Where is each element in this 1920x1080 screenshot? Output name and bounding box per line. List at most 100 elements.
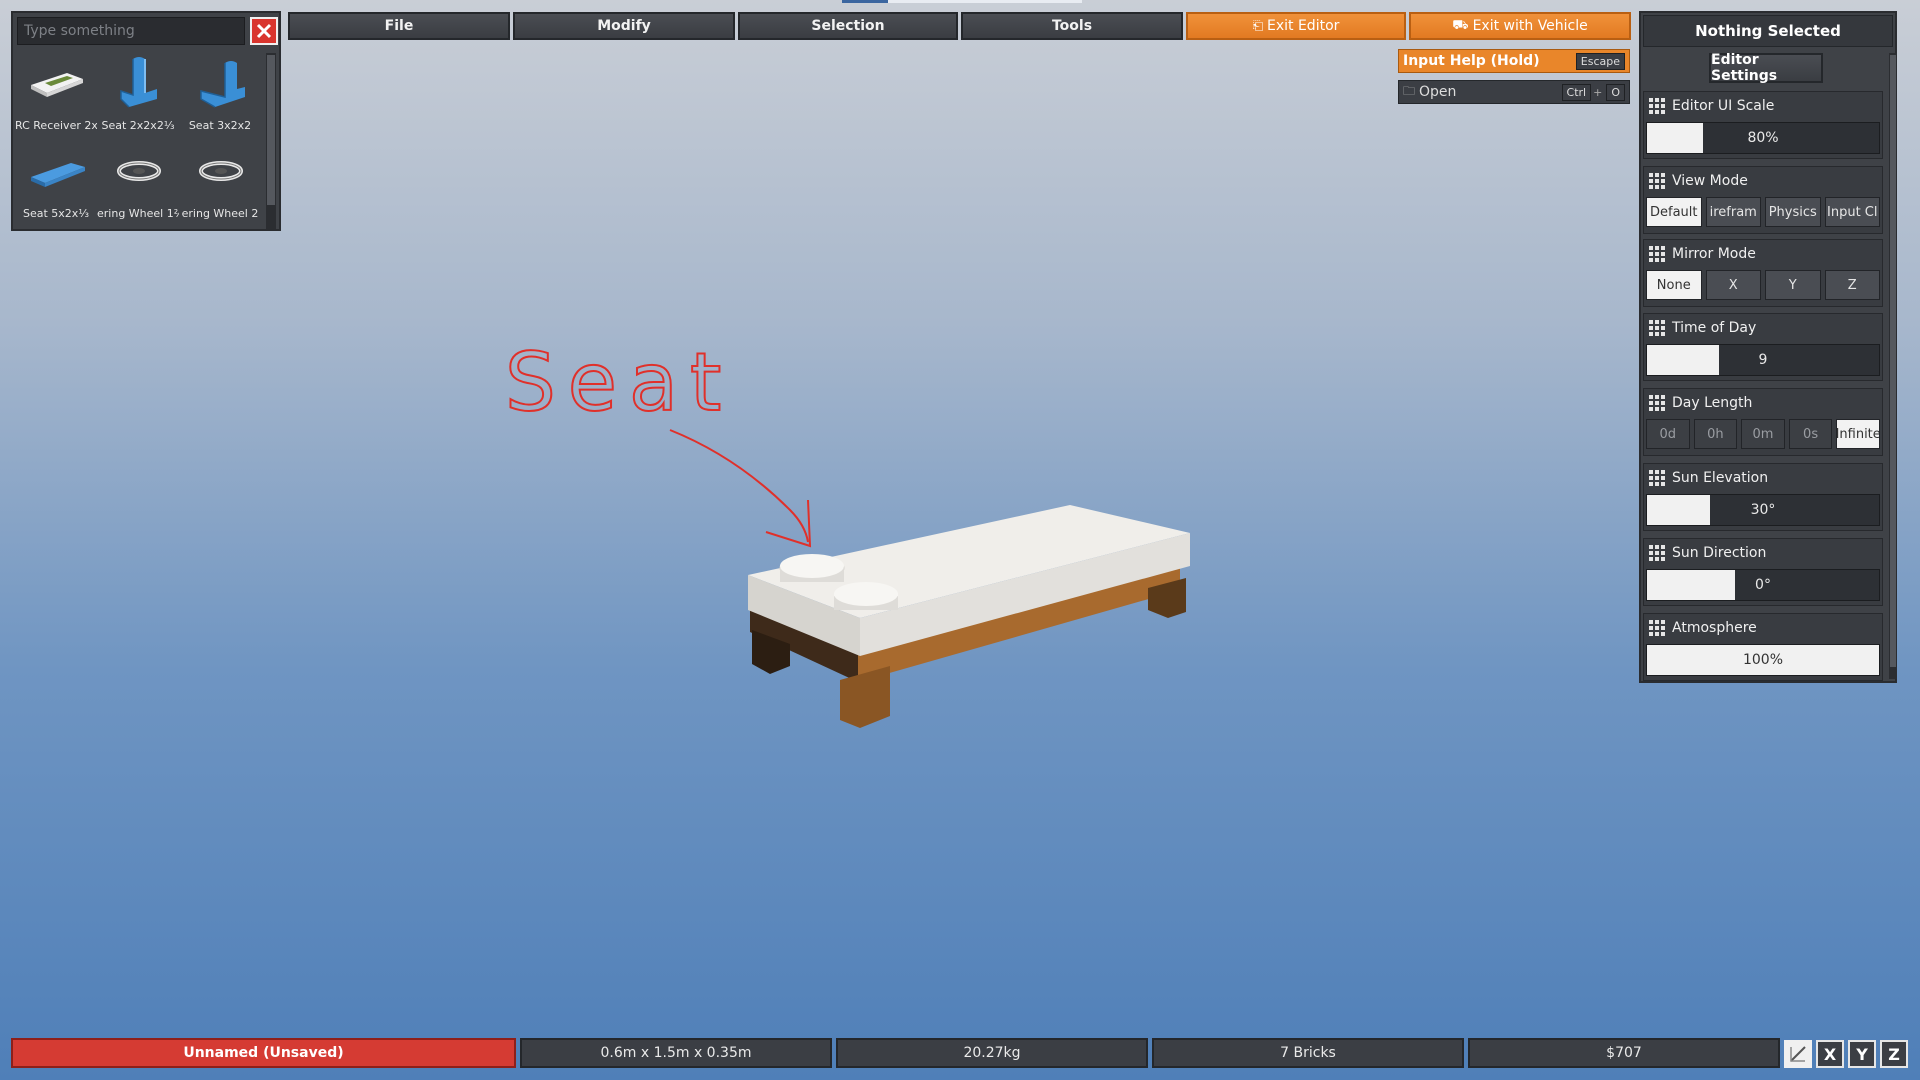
setting-view-mode: View Mode Default irefram Physics Input Cl [1643,166,1883,234]
brick-browser: RC Receiver 2x Seat 2x2x2⅓ Seat 3x2x2 [11,11,281,231]
mirror-mode-options: None X Y Z [1646,270,1880,302]
editor-settings-button[interactable]: Editor Settings [1709,52,1823,84]
viewport-scene: Seat [504,335,1190,728]
search-input[interactable] [17,17,245,45]
settings-panel: Nothing Selected Editor Settings Editor … [1639,11,1897,683]
dimensions-status: 0.6m x 1.5m x 0.35m [520,1038,832,1068]
axis-y-label: Y [1856,1044,1868,1064]
diagonal-axis-icon [1790,1046,1806,1062]
ctrl-key-hint: Ctrl [1561,83,1592,101]
option-button[interactable]: Physics [1765,197,1821,227]
seat-base-front [858,560,1180,682]
drag-handle-icon[interactable] [1648,245,1666,263]
brick-label: Seat 3x2x2 [188,119,252,132]
file-menu-button[interactable]: File [288,12,510,40]
brick-label: Seat 5x2x⅓ [23,207,89,220]
input-help-button[interactable]: Input Help (Hold) Escape [1398,49,1630,73]
selection-header: Nothing Selected [1643,15,1893,47]
slider-value: 30° [1750,502,1776,518]
exit-with-vehicle-button[interactable]: ⛟ Exit with Vehicle [1409,12,1631,40]
selection-menu-button[interactable]: Selection [738,12,958,40]
seat-stud-1 [779,555,845,581]
cost-status: $707 [1468,1038,1780,1068]
setting-title: Time of Day [1672,320,1757,336]
drag-handle-icon[interactable] [1648,619,1666,637]
brick-tile-steering-wheel-2[interactable]: ering Wheel 2 [179,141,261,227]
drag-handle-icon[interactable] [1648,97,1666,115]
option-button[interactable]: irefram [1705,197,1761,227]
slider-value: 9 [1758,352,1768,368]
setting-ui-scale: Editor UI Scale 80% [1643,91,1883,159]
flat-seat-icon [31,163,85,187]
menu-label: File [384,18,414,34]
setting-title: Day Length [1672,395,1753,411]
drag-handle-icon[interactable] [1648,319,1666,337]
option-button[interactable]: Input Cl [1824,197,1880,227]
setting-mirror-mode: Mirror Mode None X Y Z [1643,239,1883,307]
steering-wheel-icon [199,161,243,181]
brick-scrollbar[interactable] [266,53,276,229]
open-shortcut-row[interactable]: 🗀 Open Ctrl + O [1398,80,1630,104]
setting-title: Mirror Mode [1672,246,1756,262]
close-icon [256,23,272,39]
seat-stud-1-side [780,568,844,582]
brick-scroll-thumb[interactable] [267,55,275,205]
exit-editor-button[interactable]: ⎗ Exit Editor [1186,12,1406,40]
option-button[interactable]: Infinite [1836,419,1880,449]
seat-base-left [750,600,858,682]
sun-elevation-slider[interactable]: 30° [1646,494,1880,526]
seat-tall-icon [120,57,157,108]
seat-top [748,505,1190,618]
drag-handle-icon[interactable] [1648,172,1666,190]
rc-receiver-icon [31,73,83,97]
option-button[interactable]: 0m [1741,419,1785,449]
option-button[interactable]: Y [1765,270,1821,300]
settings-scrollbar[interactable] [1889,53,1897,679]
drag-handle-icon[interactable] [1648,394,1666,412]
brick-tile-seat-3x2x2[interactable]: Seat 3x2x2 [179,53,261,139]
option-button[interactable]: X [1705,270,1761,300]
seat-stud-1-cap [780,554,844,578]
axis-toggle-z[interactable]: Z [1880,1040,1908,1068]
option-button[interactable]: Z [1824,270,1880,300]
axis-z-label: Z [1888,1044,1900,1064]
axis-toggle-all[interactable] [1784,1040,1812,1068]
option-button[interactable]: None [1646,270,1702,300]
brick-tile-steering-wheel-1[interactable]: ering Wheel 1⅔ [97,141,179,227]
setting-title: Sun Elevation [1672,470,1769,486]
axis-toggle-y[interactable]: Y [1848,1040,1876,1068]
setting-title: Editor UI Scale [1672,98,1775,114]
view-mode-options: Default irefram Physics Input Cl [1646,197,1880,229]
drag-handle-icon[interactable] [1648,469,1666,487]
brick-tile-seat-5x2[interactable]: Seat 5x2x⅓ [15,141,97,227]
option-button[interactable]: 0s [1788,419,1833,449]
vehicle-name-status[interactable]: Unnamed (Unsaved) [11,1038,516,1068]
slider-value: 80% [1747,130,1779,146]
vehicle-icon: ⛟ [1452,17,1469,33]
clear-search-button[interactable] [250,17,278,45]
tools-menu-button[interactable]: Tools [961,12,1183,40]
drag-handle-icon[interactable] [1648,544,1666,562]
setting-time-of-day: Time of Day 9 [1643,313,1883,381]
option-button[interactable]: 0h [1693,419,1738,449]
atmosphere-slider[interactable]: 100% [1646,644,1880,676]
option-button[interactable]: Default [1646,197,1702,227]
sun-direction-slider[interactable]: 0° [1646,569,1880,601]
menu-label: Exit with Vehicle [1472,18,1588,34]
annotation-arrow [669,429,809,543]
seat-top-left [748,575,860,656]
settings-scroll-thumb[interactable] [1890,55,1896,667]
brick-label: RC Receiver 2x [15,119,97,132]
ui-scale-slider[interactable]: 80% [1646,122,1880,154]
seat-stud-2-cap [834,582,898,606]
steering-wheel-icon [117,161,161,181]
option-button[interactable]: 0d [1646,419,1690,449]
brick-tile-seat-2x2x2[interactable]: Seat 2x2x2⅓ [97,53,179,139]
seat-leg-front-left [840,666,890,728]
modify-menu-button[interactable]: Modify [513,12,735,40]
setting-atmosphere: Atmosphere 100% [1643,613,1883,681]
time-of-day-slider[interactable]: 9 [1646,344,1880,376]
axis-toggle-x[interactable]: X [1816,1040,1844,1068]
brick-tile-rc-receiver[interactable]: RC Receiver 2x [15,53,97,139]
menu-label: Selection [811,18,885,34]
